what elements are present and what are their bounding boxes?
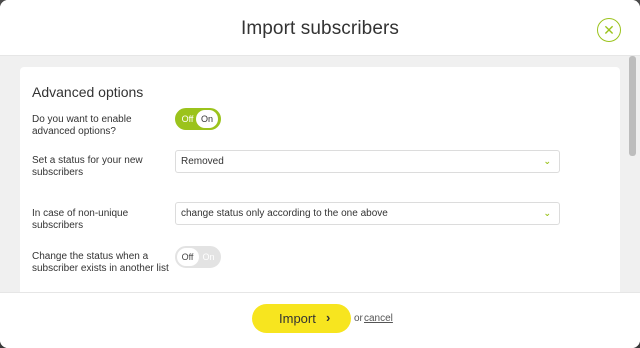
toggle-on-label: On <box>202 251 215 262</box>
status-label: Set a status for your new subscribers <box>32 155 143 178</box>
nonunique-select[interactable]: change status only according to the one … <box>175 202 560 225</box>
chevron-down-icon: ⌄ <box>543 208 551 218</box>
modal-title: Import subscribers <box>240 18 400 39</box>
modal-header: Import subscribers ✕ <box>0 0 640 56</box>
close-button[interactable]: ✕ <box>597 18 621 42</box>
modal-body[interactable]: Advanced options Do you want to enable a… <box>0 56 640 292</box>
status-select-value: Removed <box>181 156 224 167</box>
toggle-on-label: On <box>196 109 218 128</box>
close-icon: ✕ <box>603 21 615 38</box>
nonunique-label: In case of non-unique subscribers <box>32 208 129 231</box>
enable-advanced-toggle[interactable]: Off On <box>175 108 221 130</box>
status-select[interactable]: Removed ⌄ <box>175 150 560 173</box>
section-title: Advanced options <box>32 84 144 100</box>
enable-advanced-label: Do you want to enable advanced options? <box>32 114 132 137</box>
nonunique-select-value: change status only according to the one … <box>181 208 388 219</box>
scrollbar[interactable] <box>629 56 636 156</box>
chevron-right-icon: › <box>326 310 331 325</box>
import-modal: Import subscribers ✕ Advanced options Do… <box>0 0 640 348</box>
advanced-options-panel: Advanced options Do you want to enable a… <box>20 67 620 292</box>
or-text: or <box>354 313 363 324</box>
import-button-label: Import <box>279 311 316 326</box>
change-status-label: Change the status when a subscriber exis… <box>32 251 169 274</box>
import-button[interactable]: Import › <box>252 304 351 333</box>
chevron-down-icon: ⌄ <box>543 156 551 166</box>
toggle-off-label: Off <box>181 113 194 124</box>
cancel-link[interactable]: cancel <box>364 313 393 324</box>
toggle-off-label: Off <box>176 247 199 266</box>
modal-footer: Import › or cancel <box>0 292 640 348</box>
change-status-toggle[interactable]: Off On <box>175 246 221 268</box>
